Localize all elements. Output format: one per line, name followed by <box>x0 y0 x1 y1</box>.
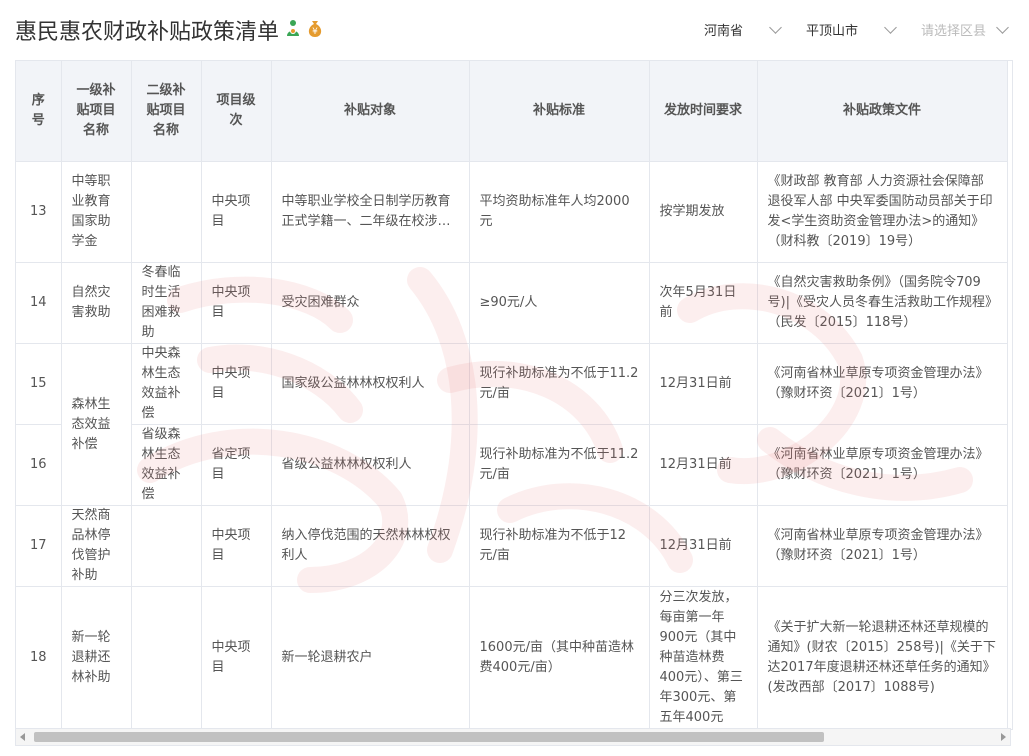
scroll-left-icon[interactable] <box>20 733 25 741</box>
col-header-doc: 补贴政策文件 <box>757 61 1008 162</box>
chevron-down-icon <box>884 21 897 34</box>
cell-l1: 森林生态效益补偿 <box>61 343 132 506</box>
cell-l2 <box>131 161 202 263</box>
cell-no: 14 <box>16 262 62 344</box>
cell-level: 省定项目 <box>201 424 272 506</box>
chevron-down-icon <box>996 21 1009 34</box>
cell-target: 省级公益林林权权利人 <box>271 424 470 506</box>
cell-level: 中央项目 <box>201 505 272 587</box>
cell-doc: 《自然灾害救助条例》（国务院令709号)|《受灾人员冬春生活救助工作规程》（民发… <box>757 262 1008 344</box>
cell-l2: 省级森林生态效益补偿 <box>131 424 202 506</box>
page-header: 惠民惠农财政补贴政策清单 ¥ 河南省 平顶山市 请选择区县 <box>0 0 1029 60</box>
cell-doc: 《河南省林业草原专项资金管理办法》（豫财环资〔2021〕1号） <box>757 424 1008 506</box>
svg-text:¥: ¥ <box>312 27 318 37</box>
cell-doc: 《河南省林业草原专项资金管理办法》（豫财环资〔2021〕1号） <box>757 505 1008 587</box>
cell-doc: 《财政部 教育部 人力资源社会保障部 退役军人部 中央军委国防动员部关于印发<学… <box>757 161 1008 263</box>
cell-standard: 1600元/亩（其中种苗造林费400元/亩） <box>469 586 650 729</box>
cell-target: 新一轮退耕农户 <box>271 586 470 729</box>
col-header-l2: 二级补贴项目名称 <box>131 61 202 162</box>
cell-level: 中央项目 <box>201 586 272 729</box>
policy-table: 序号 一级补贴项目名称 二级补贴项目名称 项目级次 补贴对象 补贴标准 发放时间… <box>16 61 1008 729</box>
cell-doc: 《河南省林业草原专项资金管理办法》（豫财环资〔2021〕1号） <box>757 343 1008 425</box>
cell-time: 分三次发放，每亩第一年900元（其中种苗造林费400元）、第三年300元、第五年… <box>649 586 758 729</box>
col-header-no: 序号 <box>16 61 62 162</box>
col-header-time: 发放时间要求 <box>649 61 758 162</box>
cell-target: 国家级公益林林权权利人 <box>271 343 470 425</box>
cell-l1: 新一轮退耕还林补助 <box>61 586 132 729</box>
city-select[interactable]: 平顶山市 <box>806 20 897 39</box>
cell-target: 纳入停伐范围的天然林林权权利人 <box>271 505 470 587</box>
cell-level: 中央项目 <box>201 161 272 263</box>
cell-l2: 中央森林生态效益补偿 <box>131 343 202 425</box>
table-row: 15 森林生态效益补偿 中央森林生态效益补偿 中央项目 国家级公益林林权权利人 … <box>16 343 1008 506</box>
cell-l1: 天然商品林停伐管护补助 <box>61 505 132 587</box>
page-title: 惠民惠农财政补贴政策清单 <box>15 20 280 45</box>
cell-level: 中央项目 <box>201 343 272 425</box>
cell-no: 15 <box>16 343 62 425</box>
region-filters: 河南省 平顶山市 请选择区县 <box>678 20 1009 39</box>
cell-level: 中央项目 <box>201 262 272 344</box>
cell-no: 16 <box>16 424 62 506</box>
table-row: 18 新一轮退耕还林补助 中央项目 新一轮退耕农户 1600元/亩（其中种苗造林… <box>16 586 1008 729</box>
cell-time: 次年5月31日前 <box>649 262 758 344</box>
cell-l2 <box>131 505 202 587</box>
county-select[interactable]: 请选择区县 <box>921 20 1009 39</box>
cell-no: 18 <box>16 586 62 729</box>
province-select[interactable]: 河南省 <box>704 20 782 39</box>
scroll-right-icon[interactable] <box>1001 733 1006 741</box>
scrollbar-thumb[interactable] <box>34 732 824 742</box>
policy-table-container[interactable]: 序号 一级补贴项目名称 二级补贴项目名称 项目级次 补贴对象 补贴标准 发放时间… <box>15 60 1013 730</box>
table-row: 16 省级森林生态效益补偿 省定项目 省级公益林林权权利人 现行补助标准为不低于… <box>16 424 1008 506</box>
table-row: 14 自然灾害救助 冬春临时生活困难救助 中央项目 受灾困难群众 ≥90元/人 … <box>16 262 1008 344</box>
cell-l1: 自然灾害救助 <box>61 262 132 344</box>
person-coin-icon <box>284 18 302 38</box>
col-header-level: 项目级次 <box>201 61 272 162</box>
col-header-target: 补贴对象 <box>271 61 470 162</box>
cell-standard: 平均资助标准年人均2000元 <box>469 161 650 263</box>
cell-time: 12月31日前 <box>649 343 758 425</box>
col-header-standard: 补贴标准 <box>469 61 650 162</box>
col-header-l1: 一级补贴项目名称 <box>61 61 132 162</box>
cell-l1: 中等职业教育国家助学金 <box>61 161 132 263</box>
cell-doc: 《关于扩大新一轮退耕还林还草规模的通知》(财农〔2015〕258号)|《关于下达… <box>757 586 1008 729</box>
cell-l2 <box>131 586 202 729</box>
cell-no: 13 <box>16 161 62 263</box>
cell-time: 按学期发放 <box>649 161 758 263</box>
cell-target: 受灾困难群众 <box>271 262 470 344</box>
table-row: 17 天然商品林停伐管护补助 中央项目 纳入停伐范围的天然林林权权利人 现行补助… <box>16 505 1008 587</box>
cell-time: 12月31日前 <box>649 505 758 587</box>
cell-time: 12月31日前 <box>649 424 758 506</box>
cell-no: 17 <box>16 505 62 587</box>
cell-l2: 冬春临时生活困难救助 <box>131 262 202 344</box>
title-icons: ¥ <box>284 18 324 38</box>
horizontal-scrollbar[interactable] <box>15 728 1011 746</box>
cell-standard: 现行补助标准为不低于11.2元/亩 <box>469 424 650 506</box>
cell-standard: ≥90元/人 <box>469 262 650 344</box>
chevron-down-icon <box>769 21 782 34</box>
money-bag-icon: ¥ <box>306 18 324 38</box>
cell-standard: 现行补助标准为不低于12元/亩 <box>469 505 650 587</box>
cell-standard: 现行补助标准为不低于11.2元/亩 <box>469 343 650 425</box>
cell-target: 中等职业学校全日制学历教育正式学籍一、二年级在校涉农专... <box>271 161 470 263</box>
table-header-row: 序号 一级补贴项目名称 二级补贴项目名称 项目级次 补贴对象 补贴标准 发放时间… <box>16 61 1008 162</box>
table-row: 13 中等职业教育国家助学金 中央项目 中等职业学校全日制学历教育正式学籍一、二… <box>16 161 1008 263</box>
